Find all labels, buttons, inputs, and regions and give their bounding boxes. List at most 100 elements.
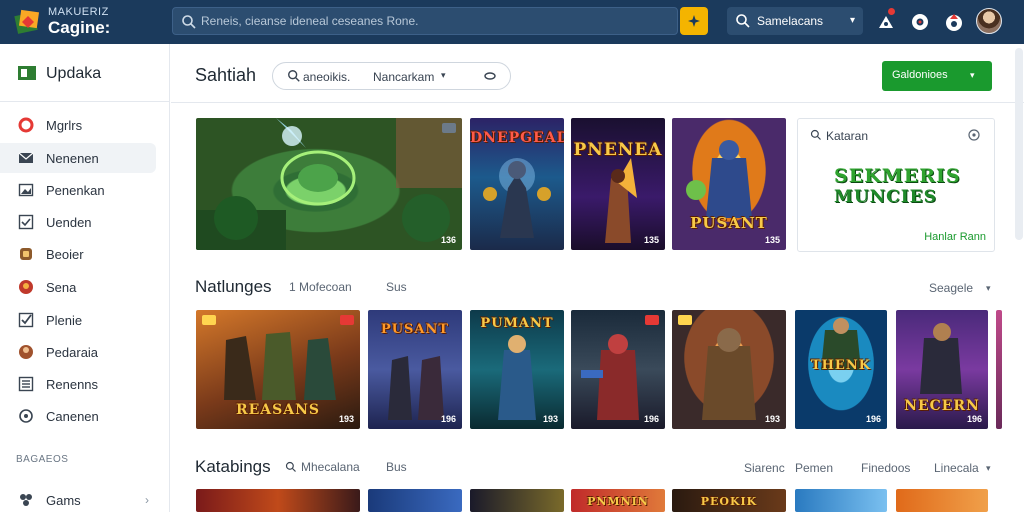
chevron-down-icon: ▾ <box>849 15 855 26</box>
section-filter[interactable]: Finedoos <box>861 461 910 475</box>
search-submit-button[interactable] <box>680 7 708 35</box>
sidebar-item-games[interactable]: Gams › <box>0 484 170 514</box>
game-tile[interactable] <box>470 489 564 512</box>
top-filter-dropdown[interactable]: Samelacans ▾ <box>727 7 863 35</box>
games-icon <box>20 494 32 506</box>
brand[interactable]: MAKUERIZ Cagine: <box>14 4 164 40</box>
tile-rating: 196 <box>865 414 881 424</box>
sidebar-item-10[interactable]: Canenen <box>0 401 156 431</box>
featured-tile-2[interactable]: DNEPGEAD <box>470 118 564 250</box>
section-title: Katabings <box>195 457 271 476</box>
game-tile[interactable]: PEOKIK <box>672 489 786 512</box>
tile-title: PUSANT <box>380 322 450 337</box>
section-subtitle[interactable]: Sus <box>386 280 407 294</box>
sidebar-item-1[interactable]: Mgrlrs <box>0 110 156 140</box>
sidebar-item-4[interactable]: Uenden <box>0 207 156 237</box>
tile-title: PNENEA <box>573 140 663 160</box>
game-tile[interactable]: NECERN 196 <box>896 310 988 429</box>
controller-icon[interactable] <box>908 10 932 34</box>
vertical-scrollbar[interactable] <box>1015 48 1023 240</box>
search-icon <box>285 461 296 472</box>
game-tile[interactable]: PUMANT 193 <box>470 310 564 429</box>
chevron-down-icon[interactable]: ▾ <box>441 70 446 81</box>
sidebar-item-3[interactable]: Penenkan <box>0 175 156 205</box>
sidebar-item-label: Renenns <box>46 377 99 392</box>
section-subtitle[interactable]: 1 Mofecoan <box>289 280 352 294</box>
top-search-placeholder: Reneis, cieanse ideneal ceseanes Rone. <box>201 14 419 28</box>
sidebar-item-5[interactable]: Beoier <box>0 239 156 269</box>
main-search-filter[interactable]: Nancarkam <box>373 70 434 84</box>
featured-tile-1[interactable]: 136 <box>196 118 462 250</box>
section-filter[interactable]: Siarenc <box>744 461 785 475</box>
sidebar-header[interactable]: Updaka <box>0 44 170 102</box>
check-icon <box>18 312 34 328</box>
game-tile[interactable]: 196 <box>571 310 665 429</box>
game-tile[interactable]: PNMNIN <box>571 489 665 512</box>
search-icon <box>810 129 821 140</box>
tile-title: PUSANT <box>690 214 768 232</box>
profile-badge-icon[interactable] <box>942 10 966 34</box>
game-tile[interactable] <box>196 489 360 512</box>
promo-link[interactable]: Hanlar Rann <box>924 231 986 243</box>
sidebar-item-label: Uenden <box>46 215 92 230</box>
section-subtitle[interactable]: Mhecalana <box>301 460 360 474</box>
sidebar-item-label: Canenen <box>46 409 99 424</box>
shield-icon <box>20 248 32 260</box>
chevron-down-icon: ▾ <box>970 70 975 80</box>
game-tile[interactable]: 193 <box>672 310 786 429</box>
sidebar-item-9[interactable]: Renenns <box>0 369 156 399</box>
user-avatar[interactable] <box>976 8 1002 34</box>
game-tile[interactable]: THENK 196 <box>795 310 887 429</box>
section-filter[interactable]: Pemen <box>795 461 833 475</box>
search-icon <box>288 70 300 82</box>
link-icon[interactable] <box>483 69 497 83</box>
corner-badge <box>442 123 456 133</box>
tile-title: DNEPGEAD <box>470 130 564 146</box>
game-tile[interactable] <box>795 489 887 512</box>
globe-icon <box>19 280 33 294</box>
sidebar-item-label: Penenkan <box>46 183 105 198</box>
tile-rating: 193 <box>542 414 558 424</box>
tile-rating: 196 <box>643 414 659 424</box>
brand-subtitle: MAKUERIZ <box>48 6 109 18</box>
chevron-down-icon[interactable]: ▾ <box>986 463 991 474</box>
sidebar-header-label: Updaka <box>46 65 102 82</box>
game-tile[interactable] <box>368 489 462 512</box>
game-tile[interactable]: REASANS 193 <box>196 310 360 429</box>
mail-icon <box>18 152 34 163</box>
section-subtitle[interactable]: Bus <box>386 460 407 474</box>
sidebar-item-label: Sena <box>46 280 77 295</box>
section-filter[interactable]: Linecala <box>934 461 979 475</box>
sidebar-item-2[interactable]: Nenenen <box>0 143 156 173</box>
promo-card[interactable]: Kataran SEKMERIS MUNCIES Hanlar Rann <box>797 118 995 252</box>
corner-badge <box>645 315 659 325</box>
tile-rating: 135 <box>643 235 659 245</box>
info-icon[interactable] <box>968 129 980 141</box>
sort-dropdown[interactable]: Seagele <box>929 281 973 295</box>
sidebar-item-7[interactable]: Plenie <box>0 305 156 335</box>
notification-icon[interactable] <box>874 10 898 34</box>
avatar-icon <box>19 345 33 359</box>
game-tile[interactable]: PUSANT 196 <box>368 310 462 429</box>
sidebar-section-label: BAGAEOS <box>16 454 69 465</box>
game-tile[interactable] <box>896 489 988 512</box>
notification-badge <box>888 8 895 15</box>
game-tile-partial[interactable] <box>996 310 1002 429</box>
primary-action-button[interactable]: Galdonioes ▾ <box>882 61 992 91</box>
main-content: Sahtiah aneoikis. Nancarkam ▾ Galdonioes… <box>171 44 1024 512</box>
tile-title: REASANS <box>235 402 321 418</box>
sidebar-item-8[interactable]: Pedaraia <box>0 337 156 367</box>
featured-tile-3[interactable]: PNENEA 135 <box>571 118 665 250</box>
app-logo-icon <box>14 9 40 34</box>
circle-icon <box>19 409 33 423</box>
section-title: Natlunges <box>195 277 272 296</box>
main-search-input[interactable]: aneoikis. Nancarkam ▾ <box>272 62 511 90</box>
game-art <box>702 328 756 420</box>
featured-tile-4[interactable]: PUSANT 135 <box>672 118 786 250</box>
header-divider <box>171 102 1024 103</box>
sidebar-item-6[interactable]: Sena <box>0 272 156 302</box>
tile-title: PEOKIK <box>700 495 758 508</box>
chevron-down-icon[interactable]: ▾ <box>986 283 991 294</box>
promo-search-text[interactable]: Kataran <box>826 129 868 143</box>
top-search-input[interactable]: Reneis, cieanse ideneal ceseanes Rone. <box>172 7 678 35</box>
